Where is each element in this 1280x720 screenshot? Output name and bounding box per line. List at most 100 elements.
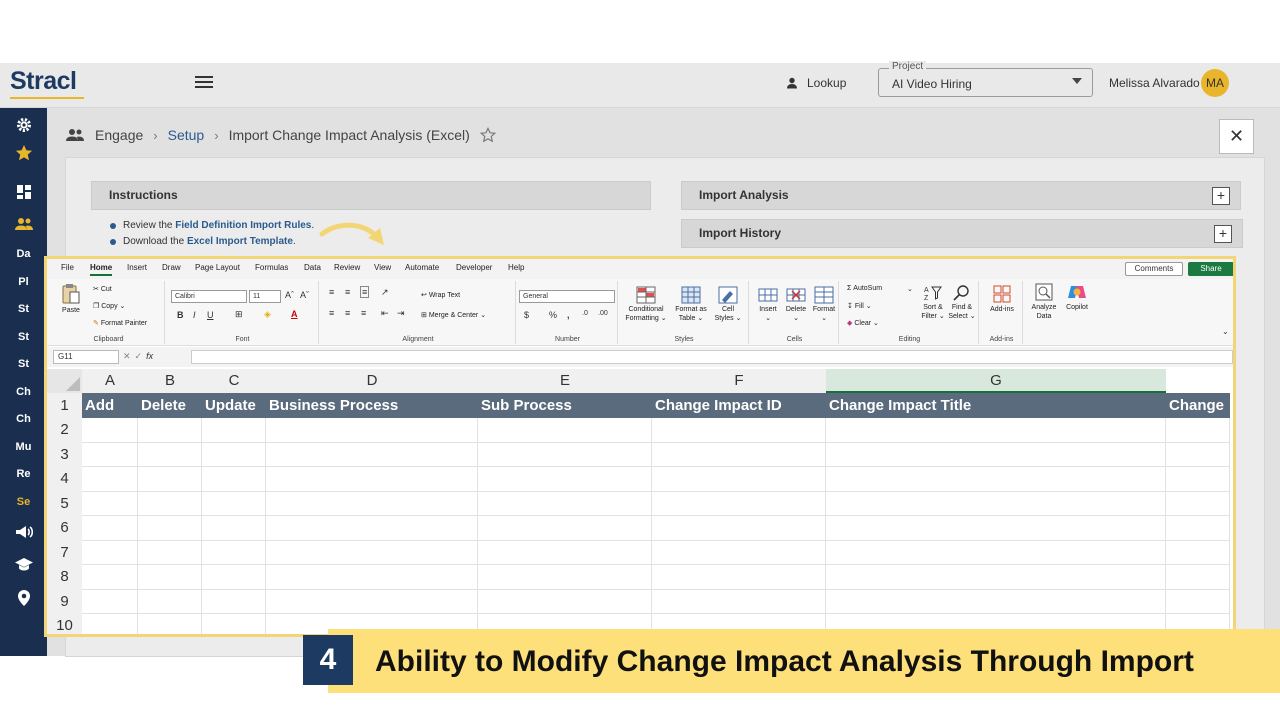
cell[interactable] xyxy=(478,589,652,614)
percent-icon[interactable]: % xyxy=(549,310,557,320)
collapse-ribbon-icon[interactable]: ⌄ xyxy=(1222,327,1229,336)
header-cell[interactable]: Update xyxy=(202,393,266,418)
cell[interactable] xyxy=(266,467,478,492)
cell[interactable] xyxy=(82,418,138,443)
cell[interactable] xyxy=(266,516,478,541)
cell[interactable] xyxy=(826,540,1166,565)
cell[interactable] xyxy=(138,540,202,565)
cell[interactable] xyxy=(1166,491,1230,516)
cell[interactable] xyxy=(1166,540,1230,565)
sidebar-item-training[interactable] xyxy=(0,550,47,576)
expand-plus-icon[interactable]: + xyxy=(1212,187,1230,205)
cell[interactable] xyxy=(652,491,826,516)
tab-file[interactable]: File xyxy=(61,263,74,272)
cell[interactable] xyxy=(202,418,266,443)
close-button[interactable]: ✕ xyxy=(1219,119,1254,154)
cell[interactable] xyxy=(1166,467,1230,492)
cell[interactable] xyxy=(266,442,478,467)
cell[interactable] xyxy=(826,491,1166,516)
tab-page-layout[interactable]: Page Layout xyxy=(195,263,240,272)
cell[interactable] xyxy=(266,589,478,614)
column-header-g[interactable]: G xyxy=(826,369,1166,393)
cell[interactable] xyxy=(826,516,1166,541)
cell[interactable] xyxy=(266,491,478,516)
sidebar-item-st-2[interactable]: St xyxy=(0,324,47,350)
orientation-icon[interactable]: ↗ xyxy=(381,287,389,298)
cell[interactable] xyxy=(82,540,138,565)
sidebar-item-announcements[interactable] xyxy=(0,518,47,544)
addins-button[interactable]: Add-ins xyxy=(984,284,1020,314)
cut-button[interactable]: ✂ Cut xyxy=(93,285,112,293)
tab-help[interactable]: Help xyxy=(508,263,524,272)
header-cell[interactable]: Change xyxy=(1166,393,1230,418)
lookup-button[interactable]: Lookup xyxy=(786,76,846,90)
autosum-dropdown[interactable]: ⌄ xyxy=(907,285,913,293)
align-middle-icon[interactable]: ≡ xyxy=(345,287,350,297)
cell[interactable] xyxy=(202,540,266,565)
align-right-icon[interactable]: ≡ xyxy=(361,308,366,318)
cell[interactable] xyxy=(652,589,826,614)
row-header[interactable]: 3 xyxy=(47,442,82,467)
clear-button[interactable]: ◆ Clear ⌄ xyxy=(847,319,879,327)
sidebar-item-pl[interactable]: Pl xyxy=(0,269,47,295)
cell[interactable] xyxy=(1166,418,1230,443)
row-header[interactable]: 9 xyxy=(47,589,82,614)
breadcrumb-parent-link[interactable]: Setup xyxy=(168,127,205,143)
share-button[interactable]: Share xyxy=(1188,262,1233,276)
cell[interactable] xyxy=(138,442,202,467)
cell[interactable] xyxy=(478,442,652,467)
avatar[interactable]: MA xyxy=(1201,69,1229,97)
tab-draw[interactable]: Draw xyxy=(162,263,181,272)
sidebar-item-settings[interactable] xyxy=(0,111,47,137)
sidebar-item-st-1[interactable]: St xyxy=(0,296,47,322)
decrease-indent-icon[interactable]: ⇤ xyxy=(381,308,389,319)
cell[interactable] xyxy=(1166,565,1230,590)
cell[interactable] xyxy=(652,442,826,467)
sidebar-item-re[interactable]: Re xyxy=(0,461,47,487)
cell[interactable] xyxy=(82,516,138,541)
row-header[interactable]: 6 xyxy=(47,516,82,541)
cell[interactable] xyxy=(1166,442,1230,467)
comma-style-icon[interactable]: , xyxy=(567,310,570,320)
cell[interactable] xyxy=(826,565,1166,590)
column-header-c[interactable]: C xyxy=(202,369,266,393)
currency-icon[interactable]: $ xyxy=(524,310,529,320)
find-select-button[interactable]: Find & Select ⌄ xyxy=(947,284,977,321)
insert-cells-button[interactable]: Insert ⌄ xyxy=(754,286,782,323)
star-outline-icon[interactable] xyxy=(479,127,496,143)
autosum-button[interactable]: Σ AutoSum xyxy=(847,285,882,292)
user-name[interactable]: Melissa Alvarado xyxy=(1109,76,1200,90)
delete-cells-button[interactable]: Delete ⌄ xyxy=(782,286,810,323)
excel-template-link[interactable]: Excel Import Template xyxy=(187,236,293,247)
cell[interactable] xyxy=(202,565,266,590)
cell[interactable] xyxy=(826,589,1166,614)
cell[interactable] xyxy=(202,516,266,541)
sort-filter-button[interactable]: AZ Sort & Filter ⌄ xyxy=(919,284,947,321)
sidebar-item-locations[interactable] xyxy=(0,584,47,610)
cell-styles-button[interactable]: Cell Styles ⌄ xyxy=(712,286,744,323)
hamburger-menu-icon[interactable] xyxy=(193,73,215,95)
row-header[interactable]: 7 xyxy=(47,540,82,565)
sidebar-item-dashboard[interactable] xyxy=(0,178,47,204)
tab-formulas[interactable]: Formulas xyxy=(255,263,288,272)
cell[interactable] xyxy=(202,614,266,634)
name-box[interactable]: G11 xyxy=(53,350,119,364)
cell[interactable] xyxy=(478,467,652,492)
cell[interactable] xyxy=(138,467,202,492)
fx-icon[interactable]: fx xyxy=(146,351,153,362)
cell[interactable] xyxy=(202,589,266,614)
cell[interactable] xyxy=(138,491,202,516)
cell[interactable] xyxy=(826,467,1166,492)
sidebar-item-ch-2[interactable]: Ch xyxy=(0,406,47,432)
cell[interactable] xyxy=(82,589,138,614)
header-cell[interactable]: Change Impact ID xyxy=(652,393,826,418)
import-history-panel-header[interactable]: Import History + xyxy=(681,219,1243,248)
cell[interactable] xyxy=(478,565,652,590)
sidebar-item-se[interactable]: Se xyxy=(0,489,47,515)
sidebar-item-mu[interactable]: Mu xyxy=(0,434,47,460)
merge-center-button[interactable]: ⊞ Merge & Center ⌄ xyxy=(421,311,486,319)
cell[interactable] xyxy=(138,614,202,634)
number-format-select[interactable]: General xyxy=(519,290,615,303)
row-header[interactable]: 4 xyxy=(47,467,82,492)
select-all-corner[interactable] xyxy=(47,369,82,393)
